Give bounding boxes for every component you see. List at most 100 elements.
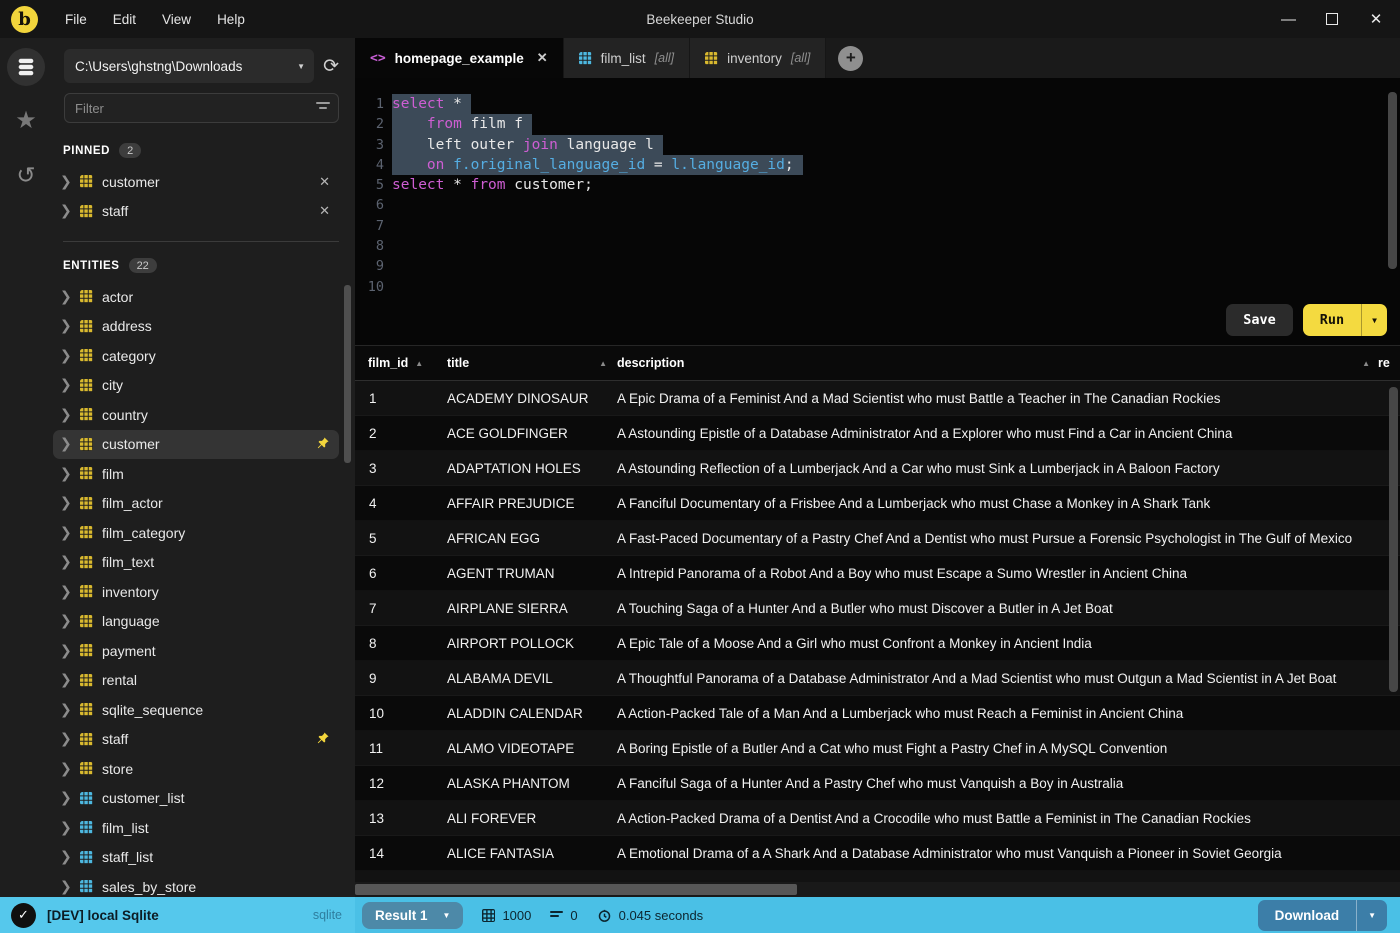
entity-item-payment[interactable]: ❯ payment	[53, 636, 339, 666]
horizontal-scrollbar-track[interactable]	[355, 882, 1400, 897]
menu-item-help[interactable]: Help	[204, 7, 258, 32]
chevron-right-icon[interactable]: ❯	[60, 702, 72, 718]
menu-item-view[interactable]: View	[149, 7, 204, 32]
chevron-right-icon[interactable]: ❯	[60, 820, 72, 836]
chevron-right-icon[interactable]: ❯	[60, 584, 72, 600]
unpin-icon[interactable]: ✕	[319, 174, 330, 190]
run-button-label[interactable]: Run	[1303, 304, 1361, 336]
chevron-right-icon[interactable]: ❯	[60, 790, 72, 806]
menu-item-edit[interactable]: Edit	[100, 7, 149, 32]
run-button[interactable]: Run ▼	[1302, 304, 1387, 336]
connection-select[interactable]: C:\Users\ghstng\Downloads ▼	[64, 49, 315, 83]
table-row[interactable]: 7 AIRPLANE SIERRA A Touching Saga of a Hun…	[355, 591, 1400, 626]
download-label[interactable]: Download	[1258, 900, 1357, 931]
chevron-right-icon[interactable]: ❯	[60, 643, 72, 659]
result-selector[interactable]: Result 1 ▼	[362, 901, 464, 929]
sidebar-scrollbar[interactable]	[344, 285, 351, 463]
entity-item-rental[interactable]: ❯ rental	[53, 666, 339, 696]
filter-input[interactable]	[64, 93, 339, 123]
entity-item-actor[interactable]: ❯ actor	[53, 282, 339, 312]
entity-item-language[interactable]: ❯ language	[53, 607, 339, 637]
chevron-right-icon[interactable]: ❯	[60, 849, 72, 865]
editor-scrollbar[interactable]	[1388, 92, 1397, 269]
table-row[interactable]: 12 ALASKA PHANTOM A Fanciful Saga of a Hun…	[355, 766, 1400, 801]
chevron-right-icon[interactable]: ❯	[60, 613, 72, 629]
maximize-icon[interactable]	[1326, 13, 1338, 25]
table-row[interactable]: 10 ALADDIN CALENDAR A Action-Packed Tale o…	[355, 696, 1400, 731]
table-row[interactable]: 11 ALAMO VIDEOTAPE A Boring Epistle of a B…	[355, 731, 1400, 766]
sort-asc-icon[interactable]: ▲	[415, 359, 423, 368]
chevron-right-icon[interactable]: ❯	[60, 377, 72, 393]
database-tables-icon[interactable]	[7, 48, 45, 86]
entity-item-film_actor[interactable]: ❯ film_actor	[53, 489, 339, 519]
chevron-right-icon[interactable]: ❯	[60, 525, 72, 541]
entity-item-staff_list[interactable]: ❯ staff_list	[53, 843, 339, 873]
table-row[interactable]: 15ALIEN CENTERA Brilliant Drama of a Cat…	[355, 871, 1400, 882]
entity-item-film_list[interactable]: ❯ film_list	[53, 813, 339, 843]
pinned-item-staff[interactable]: ❯ staff ✕	[53, 197, 339, 227]
table-row[interactable]: 6 AGENT TRUMAN A Intrepid Panorama of a Ro…	[355, 556, 1400, 591]
menu-item-file[interactable]: File	[52, 7, 100, 32]
table-row[interactable]: 2 ACE GOLDFINGER A Astounding Epistle of a…	[355, 416, 1400, 451]
history-icon[interactable]: ↺	[7, 156, 45, 194]
chevron-right-icon[interactable]: ❯	[60, 466, 72, 482]
entity-item-staff[interactable]: ❯ staff	[53, 725, 339, 755]
entity-item-film[interactable]: ❯ film	[53, 459, 339, 489]
minimize-icon[interactable]: —	[1281, 11, 1296, 28]
tab-homepage_example[interactable]: <> homepage_example ✕	[355, 38, 564, 78]
save-button[interactable]: Save	[1226, 304, 1293, 336]
table-row[interactable]: 1 ACADEMY DINOSAUR A Epic Drama of a Femin…	[355, 381, 1400, 416]
column-header-description[interactable]: description ▲	[617, 356, 1378, 370]
chevron-right-icon[interactable]: ❯	[60, 761, 72, 777]
pin-icon[interactable]	[316, 731, 330, 748]
entity-item-country[interactable]: ❯ country	[53, 400, 339, 430]
table-row[interactable]: 14 ALICE FANTASIA A Emotional Drama of a A…	[355, 836, 1400, 871]
entity-item-category[interactable]: ❯ category	[53, 341, 339, 371]
sort-asc-icon[interactable]: ▲	[1362, 359, 1370, 368]
close-tab-icon[interactable]: ✕	[537, 50, 548, 66]
chevron-right-icon[interactable]: ❯	[60, 174, 72, 190]
horizontal-scrollbar-thumb[interactable]	[355, 884, 797, 895]
column-header-film-id[interactable]: film_id ▲	[355, 356, 447, 370]
tab-inventory[interactable]: inventory [all]	[690, 38, 827, 78]
entity-item-city[interactable]: ❯ city	[53, 371, 339, 401]
entity-item-customer_list[interactable]: ❯ customer_list	[53, 784, 339, 814]
entity-item-address[interactable]: ❯ address	[53, 312, 339, 342]
table-row[interactable]: 3 ADAPTATION HOLES A Astounding Reflection…	[355, 451, 1400, 486]
chevron-right-icon[interactable]: ❯	[60, 731, 72, 747]
sql-editor[interactable]: 1 select * 2 from film f3 left outer join …	[355, 78, 1400, 345]
chevron-right-icon[interactable]: ❯	[60, 407, 72, 423]
refresh-icon[interactable]: ⟳	[323, 57, 339, 76]
run-dropdown-icon[interactable]: ▼	[1361, 304, 1387, 336]
column-header-clipped[interactable]: re	[1378, 356, 1400, 370]
table-row[interactable]: 8 AIRPORT POLLOCK A Epic Tale of a Moose A…	[355, 626, 1400, 661]
entity-item-film_category[interactable]: ❯ film_category	[53, 518, 339, 548]
chevron-right-icon[interactable]: ❯	[60, 318, 72, 334]
table-row[interactable]: 4 AFFAIR PREJUDICE A Fanciful Documentary …	[355, 486, 1400, 521]
sort-asc-icon[interactable]: ▲	[599, 359, 607, 368]
new-tab-button[interactable]: +	[838, 45, 864, 71]
results-scrollbar[interactable]	[1389, 387, 1398, 692]
table-row[interactable]: 5 AFRICAN EGG A Fast-Paced Documentary of …	[355, 521, 1400, 556]
download-dropdown-icon[interactable]: ▼	[1356, 899, 1387, 931]
pinned-item-customer[interactable]: ❯ customer ✕	[53, 167, 339, 197]
entity-item-store[interactable]: ❯ store	[53, 754, 339, 784]
chevron-right-icon[interactable]: ❯	[60, 289, 72, 305]
table-row[interactable]: 9 ALABAMA DEVIL A Thoughtful Panorama of a…	[355, 661, 1400, 696]
chevron-right-icon[interactable]: ❯	[60, 672, 72, 688]
chevron-right-icon[interactable]: ❯	[60, 436, 72, 452]
tab-film_list[interactable]: film_list [all]	[563, 38, 691, 78]
chevron-right-icon[interactable]: ❯	[60, 879, 72, 895]
chevron-right-icon[interactable]: ❯	[60, 495, 72, 511]
column-header-title[interactable]: title ▲	[447, 356, 617, 370]
entity-item-film_text[interactable]: ❯ film_text	[53, 548, 339, 578]
favorites-icon[interactable]: ★	[7, 102, 45, 140]
table-row[interactable]: 13 ALI FOREVER A Action-Packed Drama of a …	[355, 801, 1400, 836]
filter-icon[interactable]	[316, 102, 330, 112]
entity-item-inventory[interactable]: ❯ inventory	[53, 577, 339, 607]
chevron-right-icon[interactable]: ❯	[60, 203, 72, 219]
close-icon[interactable]: ✕	[1369, 10, 1383, 28]
download-button[interactable]: Download ▼	[1257, 899, 1387, 931]
unpin-icon[interactable]: ✕	[319, 203, 330, 219]
entity-item-customer[interactable]: ❯ customer	[53, 429, 339, 459]
